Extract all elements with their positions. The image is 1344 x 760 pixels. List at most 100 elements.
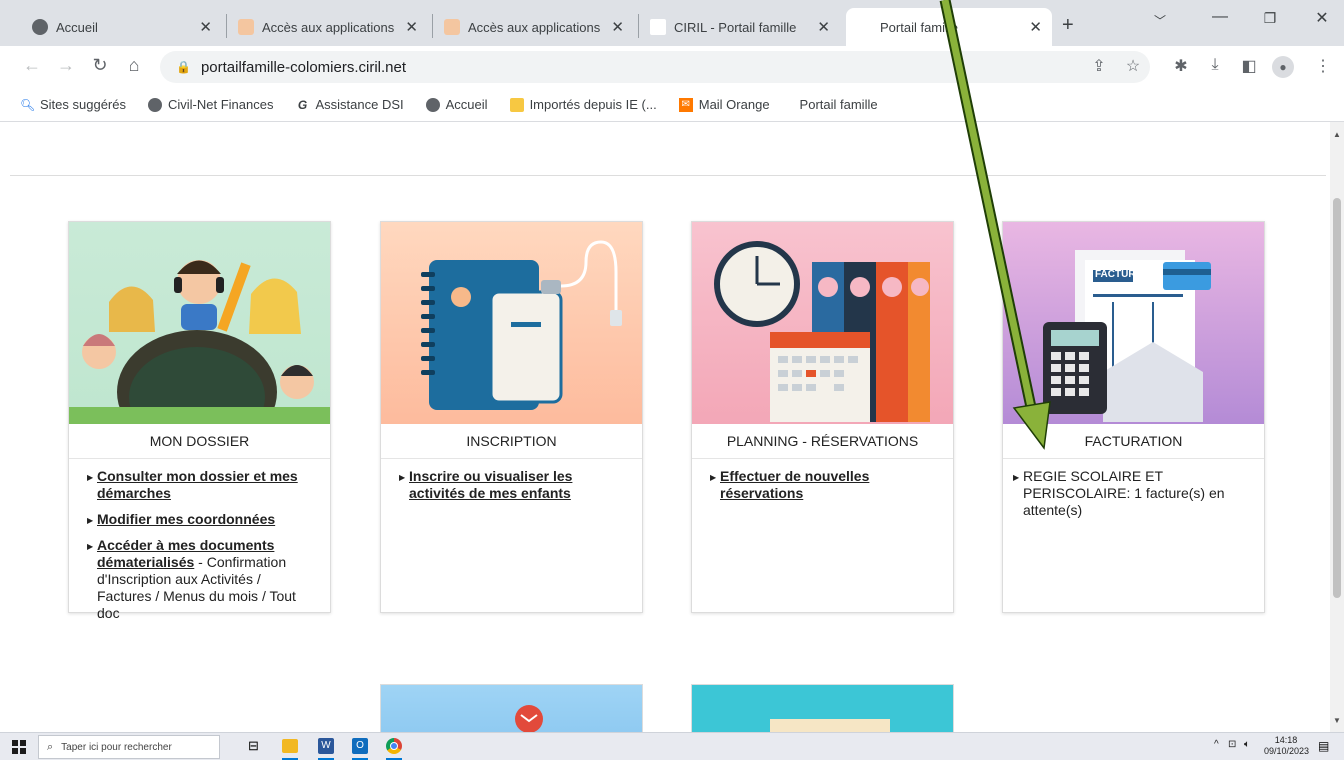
card-links: REGIE SCOLAIRE ET PERISCOLAIRE: 1 factur… [1013,468,1241,528]
card-facturation: FACTURE FACTURATION REGIE SCOLAIRE ET PE… [1002,221,1265,613]
scrollbar-thumb[interactable] [1333,198,1341,598]
bookmark-label: Sites suggérés [40,97,126,112]
bookmark-star-icon[interactable]: ☆ [1122,56,1144,76]
chevron-down-icon[interactable]: ﹀ [1140,12,1180,29]
tab-ciril-portail[interactable]: CIRIL - Portail famille ✕ [640,8,840,46]
url-text[interactable]: portailfamille-colomiers.ciril.net [201,59,406,76]
tab-accueil[interactable]: Accueil ✕ [22,8,222,46]
card-links: Effectuer de nouvelles réservations [710,468,938,511]
tray-chevron-icon[interactable]: ^ [1214,739,1219,750]
card-actualites[interactable] [691,684,954,732]
browser-toolbar: ← → ↻ ⌂ 🔒 portailfamille-colomiers.ciril… [0,46,1344,88]
globe-icon [425,97,440,112]
card-title: MON DOSSIER [69,424,330,459]
menu-kebab-icon[interactable]: ⋮ [1312,56,1334,76]
back-icon[interactable]: ← [20,55,44,76]
bookmark-accueil[interactable]: Accueil [425,97,488,112]
list-item: Consulter mon dossier et mes démarches [87,468,315,502]
side-panel-icon[interactable]: ◧ [1238,56,1260,76]
list-item: Inscrire ou visualiser les activités de … [399,468,627,502]
tab-strip: Accueil ✕ Accès aux applications ✕ Accès… [0,0,1344,46]
windows-start-icon[interactable] [12,740,26,754]
word-icon[interactable]: W [318,738,334,754]
tab-portail-famille[interactable]: Portail famille ✕ [846,8,1052,46]
tab-title: Accès aux applications [262,19,395,35]
bookmark-assistance-dsi[interactable]: G Assistance DSI [295,97,404,112]
bookmark-civil-net[interactable]: Civil-Net Finances [148,97,273,112]
consulter-dossier-link[interactable]: Consulter mon dossier et mes démarches [97,468,298,501]
bookmark-label: Accueil [445,97,488,112]
list-item: Effectuer de nouvelles réservations [710,468,938,502]
close-icon[interactable]: ✕ [817,18,830,36]
close-icon[interactable]: ✕ [405,18,418,36]
address-bar[interactable]: 🔒 portailfamille-colomiers.ciril.net [160,51,1150,83]
taskbar-search-input[interactable]: ⌕ Taper ici pour rechercher [38,735,220,759]
scroll-down-icon[interactable]: ▼ [1333,716,1341,725]
bookmark-label: Mail Orange [698,97,770,112]
profile-avatar-icon[interactable]: ● [1272,56,1294,78]
bookmark-portail-famille[interactable]: Portail famille [800,97,878,112]
windows-taskbar: ⌕ Taper ici pour rechercher ⊟ W O ^ ⊡ 🔈︎… [0,732,1344,760]
facture-label: FACTURE [1095,269,1143,280]
blank-favicon-icon [856,19,872,35]
tab-title: Accès aux applications [468,19,601,35]
page-scrollbar[interactable]: ▲ ▼ [1330,122,1344,732]
card-messagerie[interactable] [380,684,643,732]
search-placeholder: Taper ici pour rechercher [61,741,172,753]
clock[interactable]: 14:18 09/10/2023 [1264,735,1309,757]
notebook-illustration [381,222,642,424]
news-illustration [770,719,890,732]
tab-separator [432,14,433,38]
card-title: PLANNING - RÉSERVATIONS [692,424,953,459]
reload-icon[interactable]: ↻ [88,55,112,76]
card-mon-dossier: MON DOSSIER Consulter mon dossier et mes… [68,221,331,621]
blank-page-icon [650,19,666,35]
extensions-icon[interactable]: ✱ [1170,56,1192,76]
volume-icon[interactable]: 🔈︎ [1244,739,1250,750]
tab-title: CIRIL - Portail famille [674,19,797,35]
bookmark-importes-ie[interactable]: Importés depuis IE (... [509,97,657,112]
invoice-calculator-illustration: FACTURE [1003,222,1264,424]
bookmark-mail-orange[interactable]: ✉ Mail Orange [678,97,770,112]
close-icon[interactable]: ✕ [611,18,624,36]
list-item: Accéder à mes documents dématerialisés -… [87,537,315,622]
search-icon: 🔍︎ [20,97,36,112]
header-divider [10,175,1326,176]
tab-separator [638,14,639,38]
card-inscription: INSCRIPTION Inscrire ou visualiser les a… [380,221,643,613]
notification-icon[interactable]: ▤ [1318,739,1329,753]
bookmark-label: Civil-Net Finances [168,97,274,112]
children-illustration [69,222,330,424]
forward-icon[interactable]: → [54,55,78,76]
card-links: Inscrire ou visualiser les activités de … [399,468,627,511]
globe-icon [32,19,48,35]
tab-acces-applications-1[interactable]: Accès aux applications ✕ [228,8,428,46]
bookmark-label: Importés depuis IE (... [529,97,657,112]
page-content: MON DOSSIER Consulter mon dossier et mes… [0,122,1330,732]
outlook-icon[interactable]: O [352,738,368,754]
modifier-coordonnees-link[interactable]: Modifier mes coordonnées [97,511,275,527]
file-explorer-icon[interactable] [282,739,298,753]
window-close-icon[interactable]: ✕ [1302,8,1342,28]
task-view-icon[interactable]: ⊟ [248,738,259,754]
effectuer-reservations-link[interactable]: Effectuer de nouvelles réservations [720,468,869,501]
tab-acces-applications-2[interactable]: Accès aux applications ✕ [434,8,634,46]
scroll-up-icon[interactable]: ▲ [1333,130,1341,139]
minimize-icon[interactable]: — [1200,8,1240,26]
facturation-status: REGIE SCOLAIRE ET PERISCOLAIRE: 1 factur… [1023,468,1225,518]
network-icon[interactable]: ⊡ [1228,739,1236,750]
restore-icon[interactable]: ❐ [1250,10,1290,27]
close-icon[interactable]: ✕ [199,18,212,36]
close-icon[interactable]: ✕ [1029,18,1042,36]
chrome-icon[interactable] [386,738,402,754]
lock-icon[interactable]: 🔒 [176,60,191,74]
inscrire-activites-link[interactable]: Inscrire ou visualiser les activités de … [409,468,572,501]
share-icon[interactable]: ⇪ [1088,56,1110,76]
tab-title: Portail famille [880,19,959,35]
mail-icon: ✉ [678,97,693,112]
new-tab-icon[interactable]: + [1062,14,1074,37]
tab-title: Accueil [56,19,98,35]
home-icon[interactable]: ⌂ [122,55,146,76]
download-icon[interactable]: ⤓ [1204,56,1226,74]
bookmark-sites-suggeres[interactable]: 🔍︎ Sites suggérés [20,97,126,112]
